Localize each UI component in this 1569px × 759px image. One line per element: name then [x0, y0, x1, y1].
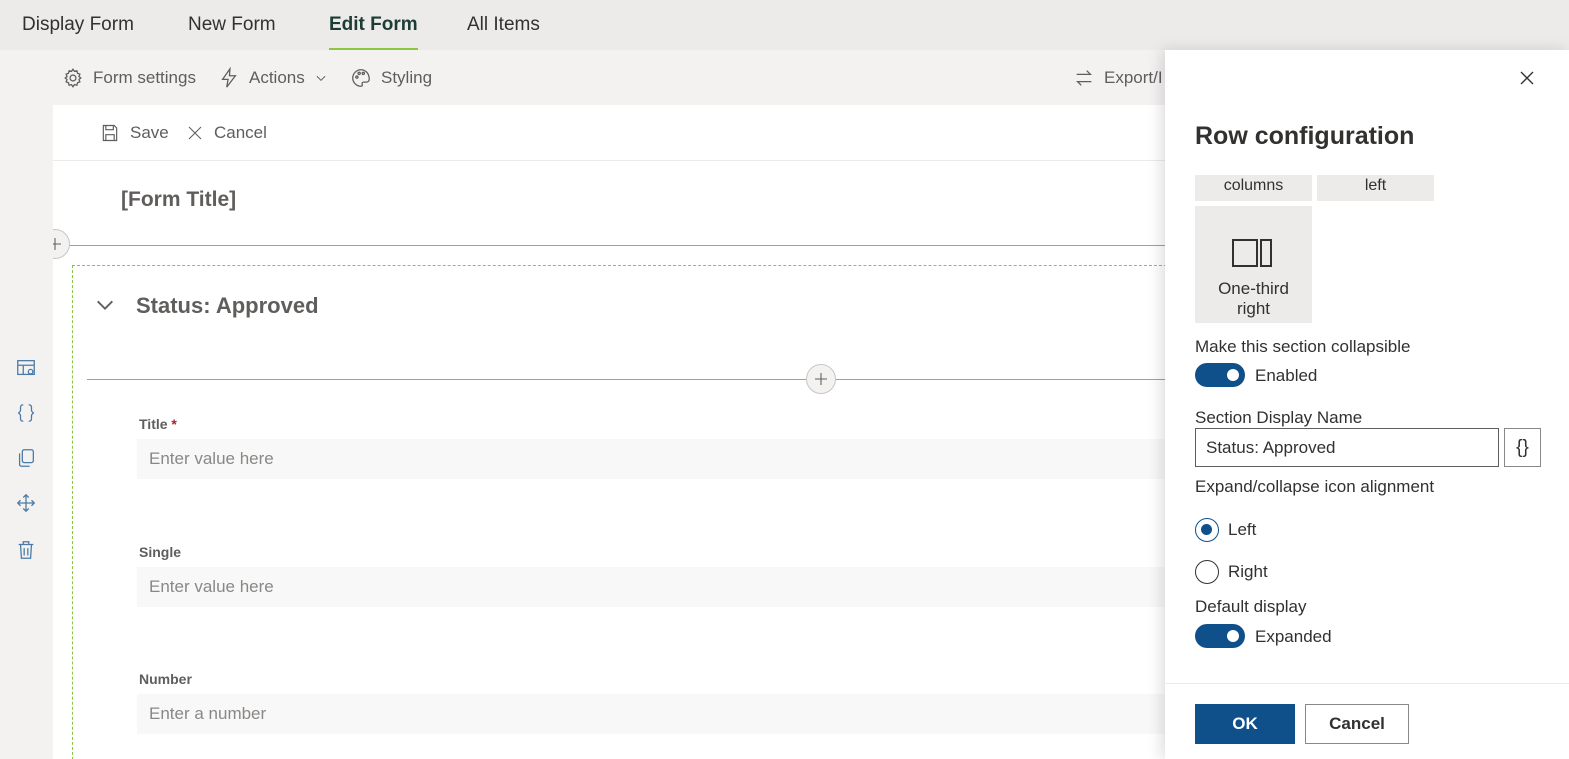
code-braces-icon — [17, 404, 35, 422]
default-display-label: Default display — [1195, 597, 1307, 616]
collapsible-toggle[interactable] — [1195, 363, 1245, 387]
lightning-icon — [221, 66, 237, 88]
plus-icon — [815, 373, 827, 385]
panel-title: Row configuration — [1195, 122, 1415, 150]
chevron-down-icon[interactable] — [94, 294, 116, 316]
add-section-button[interactable] — [53, 229, 70, 259]
required-marker: * — [171, 416, 177, 432]
delete-icon — [18, 541, 34, 559]
actions-dropdown[interactable]: Actions — [218, 50, 328, 105]
alignment-label: Expand/collapse icon alignment — [1195, 477, 1435, 496]
left-tool-rail — [0, 105, 53, 759]
save-button[interactable]: Save — [100, 105, 169, 161]
tab-new-form[interactable]: New Form — [188, 0, 276, 50]
move-icon — [16, 493, 36, 513]
radio-right[interactable] — [1195, 560, 1219, 584]
layout-settings-icon — [17, 360, 35, 376]
move-button[interactable] — [14, 491, 38, 515]
number-input[interactable] — [137, 694, 1169, 734]
field-label-single: Single — [139, 544, 182, 560]
tab-display-form[interactable]: Display Form — [22, 0, 134, 50]
close-panel-button[interactable] — [1515, 66, 1539, 90]
form-canvas: Save Cancel [Form Title] Status: Approve… — [53, 105, 1169, 759]
layout-option-left[interactable]: left — [1317, 175, 1434, 201]
collapsible-label: Make this section collapsible — [1195, 337, 1411, 356]
expression-button[interactable]: {} — [1504, 428, 1541, 467]
default-display-toggle[interactable] — [1195, 624, 1245, 648]
single-input[interactable] — [137, 567, 1169, 607]
add-row-button[interactable] — [806, 364, 836, 394]
field-label-number: Number — [139, 671, 192, 687]
layout-option-one-third-right[interactable]: One-third right — [1195, 206, 1312, 323]
styling-button[interactable]: Styling — [350, 50, 432, 105]
copy-button[interactable] — [14, 446, 38, 470]
one-third-right-layout-icon — [1232, 239, 1272, 267]
display-name-label: Section Display Name — [1195, 408, 1363, 427]
tab-all-items[interactable]: All Items — [467, 0, 540, 50]
chevron-down-icon — [316, 75, 326, 81]
radio-right-label: Right — [1228, 562, 1268, 581]
save-label: Save — [130, 123, 169, 142]
panel-footer-divider — [1165, 683, 1569, 684]
cancel-button[interactable]: Cancel — [186, 105, 267, 161]
actions-label: Actions — [249, 67, 305, 87]
layout-option-columns[interactable]: columns — [1195, 175, 1312, 201]
styling-label: Styling — [381, 67, 433, 87]
section-title: Status: Approved — [136, 293, 319, 318]
delete-button[interactable] — [14, 538, 38, 562]
layout-option-label: One-third right — [1218, 279, 1289, 318]
tab-edit-form[interactable]: Edit Form — [329, 0, 418, 50]
form-tabs: Display Form New Form Edit Form All Item… — [0, 0, 1569, 50]
section-divider — [53, 245, 1169, 246]
close-icon — [1520, 71, 1534, 85]
title-input[interactable] — [137, 439, 1169, 479]
plus-icon — [53, 238, 61, 250]
export-label: Export/I — [1104, 67, 1163, 87]
gear-icon — [64, 67, 82, 88]
form-title[interactable]: [Form Title] — [121, 188, 236, 212]
form-section[interactable]: Status: Approved Title * Single Number — [72, 265, 1169, 759]
default-display-state: Expanded — [1255, 627, 1332, 646]
copy-icon — [18, 449, 34, 467]
form-settings-label: Form settings — [93, 67, 196, 87]
ok-button[interactable]: OK — [1195, 704, 1295, 744]
layout-settings-button[interactable] — [14, 356, 38, 380]
save-icon — [102, 124, 118, 142]
palette-icon — [352, 68, 370, 87]
close-icon — [188, 126, 202, 140]
cancel-label: Cancel — [214, 123, 267, 142]
export-import-button[interactable]: Export/I — [1073, 50, 1163, 105]
row-configuration-panel: Row configuration columns left One-third… — [1165, 50, 1569, 759]
code-button[interactable] — [14, 401, 38, 425]
panel-cancel-button[interactable]: Cancel — [1305, 704, 1409, 744]
section-display-name-input[interactable] — [1195, 428, 1499, 467]
collapsible-state: Enabled — [1255, 366, 1318, 385]
row-divider — [87, 379, 1169, 380]
form-command-bar: Save Cancel — [53, 105, 1169, 161]
radio-left[interactable] — [1195, 518, 1219, 542]
form-settings-button[interactable]: Form settings — [62, 50, 196, 105]
swap-arrows-icon — [1076, 69, 1092, 86]
field-label-title: Title * — [139, 416, 177, 432]
radio-left-label: Left — [1228, 520, 1257, 539]
